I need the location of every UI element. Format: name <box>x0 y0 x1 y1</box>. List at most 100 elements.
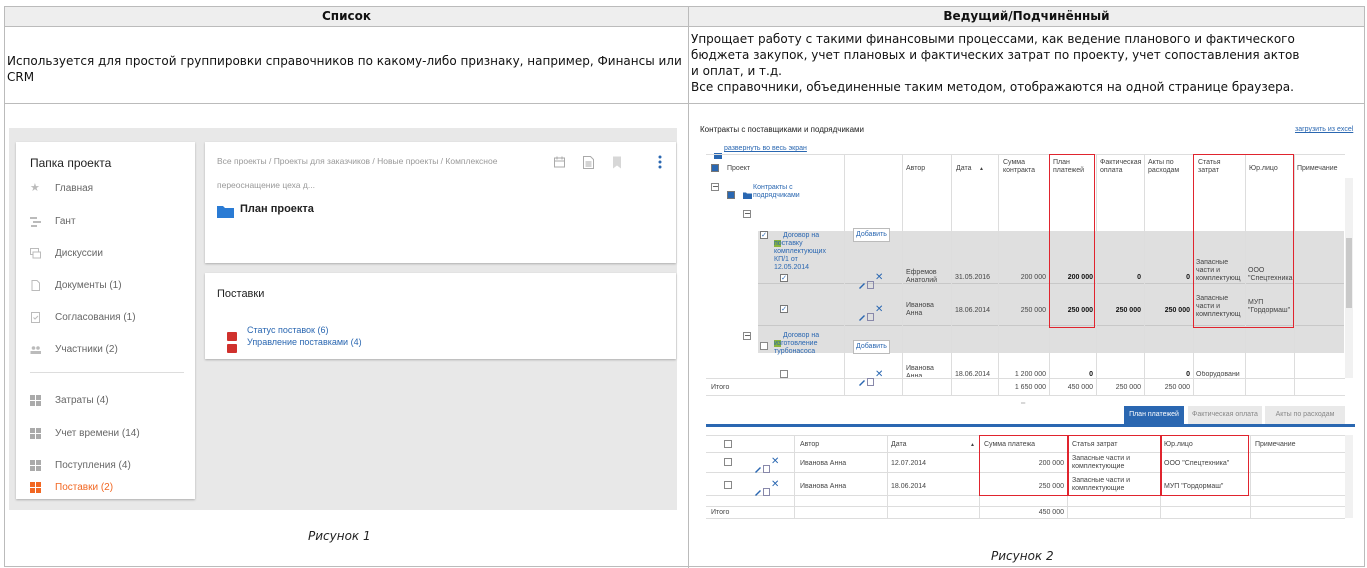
sub-select-all-checkbox[interactable] <box>724 440 732 448</box>
breadcrumb-continued[interactable]: переоснащение цеха д... <box>217 180 315 190</box>
sub-header-date[interactable]: Дата <box>891 441 907 449</box>
tab-payment-plan[interactable]: План платежей <box>1124 406 1184 424</box>
sub-header-author[interactable]: Автор <box>800 441 819 449</box>
sub-cell-author: Иванова Анна <box>800 460 847 467</box>
table-icon <box>30 459 41 471</box>
document-list-icon[interactable] <box>583 154 594 173</box>
star-icon: ★ <box>30 181 40 194</box>
total-sum: 1 650 000 <box>1014 384 1046 391</box>
edit-icon[interactable] <box>858 371 866 390</box>
header-contract-sum[interactable]: Сумма контракта <box>1003 159 1043 175</box>
gantt-icon <box>30 216 41 227</box>
supplies-card: Поставки Статус поставок (6) Управление … <box>205 273 676 359</box>
sidebar-item-supplies[interactable]: Поставки (2) <box>30 479 113 495</box>
row-checkbox[interactable]: ✓ <box>780 305 788 313</box>
edit-icon[interactable] <box>754 458 762 477</box>
contract-checkbox[interactable] <box>760 342 768 350</box>
contract2-link[interactable]: Договор на изготовление турбонасоса <box>774 332 834 356</box>
table-icon <box>30 427 41 439</box>
delete-icon[interactable]: ✕ <box>771 480 779 490</box>
delete-icon[interactable]: ✕ <box>875 273 883 283</box>
cell-acts: 0 <box>1186 274 1190 281</box>
copy-icon[interactable] <box>867 274 874 293</box>
header-date[interactable]: Дата <box>956 165 972 173</box>
copy-icon[interactable] <box>763 458 770 477</box>
sub-cell-date: 18.06.2014 <box>891 483 927 490</box>
more-vert-icon[interactable] <box>658 154 662 173</box>
scrollbar-thumb[interactable] <box>1346 238 1352 308</box>
header-project[interactable]: Проект <box>727 165 750 173</box>
supply-status-link[interactable]: Статус поставок (6) <box>247 325 328 335</box>
header-expense-acts[interactable]: Акты по расходам <box>1148 159 1188 175</box>
supplies-title: Поставки <box>217 288 265 300</box>
tab-expense-acts[interactable]: Акты по расходам <box>1265 406 1345 424</box>
sidebar-item-approvals[interactable]: Согласования (1) <box>30 309 136 325</box>
sidebar-item-home[interactable]: ★ Главная <box>30 180 93 196</box>
contract-checkbox[interactable]: ✓ <box>760 231 768 239</box>
collapse-contract-toggle[interactable]: − <box>743 332 751 340</box>
cell-acts: 0 <box>1186 371 1190 378</box>
add-button-1[interactable]: Добавить <box>853 228 890 242</box>
cell-author: Иванова Анна <box>906 302 934 317</box>
cube-icon <box>227 338 237 357</box>
delete-icon[interactable]: ✕ <box>875 305 883 315</box>
header-note[interactable]: Примечание <box>1297 165 1338 173</box>
chat-icon <box>30 247 41 259</box>
copy-icon[interactable] <box>763 481 770 500</box>
header-author[interactable]: Автор <box>906 165 925 173</box>
sub-header-note[interactable]: Примечание <box>1255 441 1296 449</box>
total-acts: 250 000 <box>1164 384 1190 391</box>
figure1-screenshot: Папка проекта ★ Главная Гант Дискуссии Д… <box>9 128 677 510</box>
edit-icon[interactable] <box>858 274 866 293</box>
sidebar-title: Папка проекта <box>30 156 112 170</box>
sidebar-item-income[interactable]: Поступления (4) <box>30 457 131 473</box>
row-checkbox[interactable] <box>780 370 788 378</box>
copy-icon[interactable] <box>867 371 874 390</box>
calendar-settings-icon[interactable] <box>554 154 567 173</box>
folder-icon <box>743 184 752 203</box>
copy-icon[interactable] <box>867 306 874 325</box>
cell-sum: 1 200 000 <box>1014 371 1046 378</box>
tab-actual-payment[interactable]: Фактическая оплата <box>1188 406 1262 424</box>
cell-article: Оборудовани <box>1196 371 1240 378</box>
sidebar-item-costs[interactable]: Затраты (4) <box>30 392 109 408</box>
sidebar-item-documents[interactable]: Документы (1) <box>30 277 122 293</box>
table-icon <box>30 394 41 406</box>
group-contractors[interactable]: Контракты с подрядчиками <box>753 184 808 200</box>
breadcrumb[interactable]: Все проекты / Проекты для заказчиков / Н… <box>217 156 497 166</box>
cell-date: 18.06.2014 <box>955 371 991 378</box>
add-button-2[interactable]: Добавить <box>853 340 890 354</box>
delete-icon[interactable]: ✕ <box>771 457 779 467</box>
sub-row-checkbox[interactable] <box>724 481 732 489</box>
sub-vertical-scrollbar[interactable] <box>1345 435 1353 518</box>
group-checkbox[interactable] <box>727 191 735 199</box>
expand-fullscreen-link[interactable]: развернуть во весь экран <box>724 145 807 153</box>
supply-management-link[interactable]: Управление поставками (4) <box>247 337 362 347</box>
select-all-checkbox[interactable] <box>711 164 719 172</box>
caption-figure2: Рисунок 2 <box>991 549 1054 563</box>
sidebar-item-timetracking[interactable]: Учет времени (14) <box>30 425 140 441</box>
sidebar-item-participants[interactable]: Участники (2) <box>30 341 118 357</box>
cell-date: 31.05.2016 <box>955 274 991 281</box>
sort-asc-icon[interactable]: ▲ <box>970 441 975 449</box>
sub-row-checkbox[interactable] <box>724 458 732 466</box>
collapse-contract-toggle[interactable]: − <box>743 210 751 218</box>
contract1-link[interactable]: Договор на поставку комплектующих КП/1 о… <box>774 232 834 272</box>
sidebar-item-gantt[interactable]: Гант <box>30 213 76 229</box>
export-excel-link[interactable]: загрузить из excel <box>1295 126 1353 134</box>
collapse-group-toggle[interactable]: − <box>711 183 719 191</box>
sort-asc-icon[interactable]: ▲ <box>979 165 984 173</box>
sub-cell-date: 12.07.2014 <box>891 460 927 467</box>
resize-handle[interactable]: ═ <box>1021 400 1025 408</box>
header-actual-payment[interactable]: Фактическая оплата <box>1100 159 1144 175</box>
edit-icon[interactable] <box>858 306 866 325</box>
row-checkbox[interactable]: ✓ <box>780 274 788 282</box>
col2-header: Ведущий/Подчинённый <box>689 7 1364 27</box>
sidebar-item-discussions[interactable]: Дискуссии <box>30 245 103 261</box>
sidebar-divider <box>30 372 184 373</box>
vertical-scrollbar[interactable] <box>1345 178 1353 378</box>
bookmark-icon[interactable] <box>612 154 622 173</box>
delete-icon[interactable]: ✕ <box>875 370 883 380</box>
project-header-card: Все проекты / Проекты для заказчиков / Н… <box>205 142 676 263</box>
edit-icon[interactable] <box>754 481 762 500</box>
